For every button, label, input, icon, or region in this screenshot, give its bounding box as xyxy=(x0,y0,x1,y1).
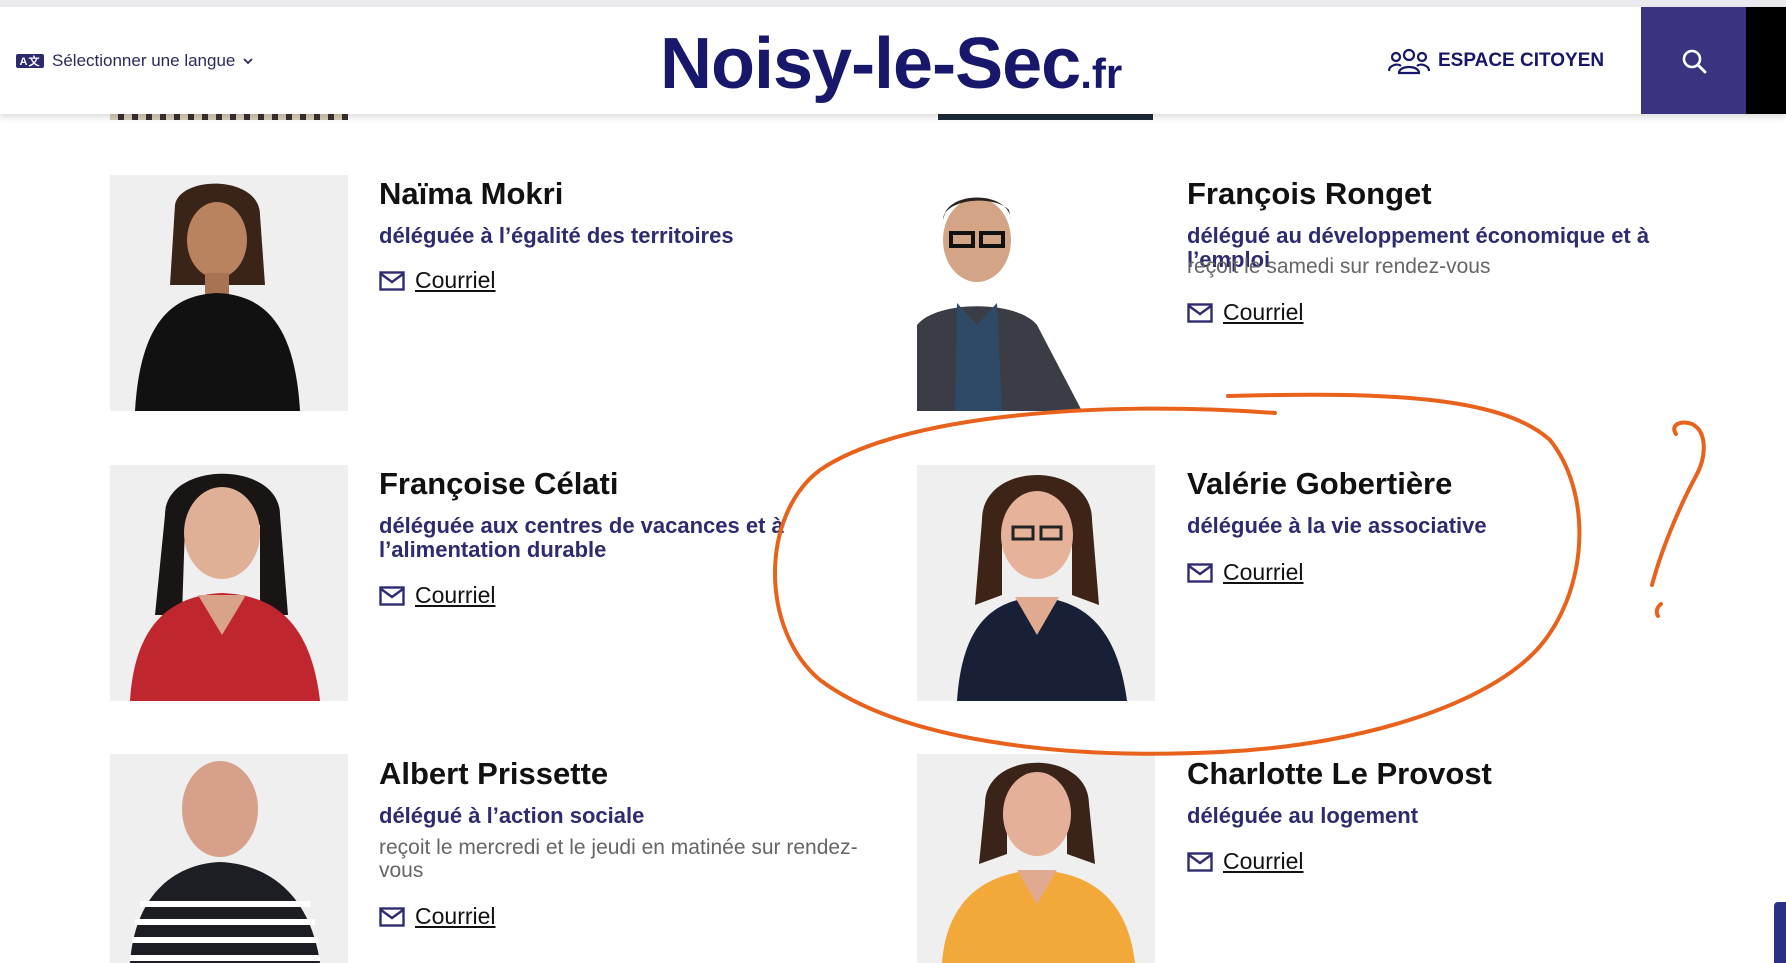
mail-icon xyxy=(1187,851,1213,872)
search-button[interactable] xyxy=(1641,7,1746,114)
side-tab-edge[interactable] xyxy=(1774,902,1786,963)
logo-main-text: Noisy-le-Sec xyxy=(660,24,1081,104)
email-link[interactable]: Courriel xyxy=(1187,299,1304,326)
espace-citoyen-link[interactable]: ESPACE CITOYEN xyxy=(1388,46,1604,76)
email-link[interactable]: Courriel xyxy=(379,903,496,930)
language-selector[interactable]: A文 Sélectionner une langue xyxy=(16,51,254,71)
email-link-label: Courriel xyxy=(415,903,496,929)
person-name: Albert Prissette xyxy=(379,756,609,791)
mail-icon xyxy=(379,270,405,291)
person-name: François Ronget xyxy=(1187,176,1432,211)
search-icon xyxy=(1682,49,1706,73)
person-note: reçoit le samedi sur rendez-vous xyxy=(1187,255,1491,278)
email-link[interactable]: Courriel xyxy=(379,267,496,294)
person-name: Charlotte Le Provost xyxy=(1187,756,1492,791)
person-name: Valérie Gobertière xyxy=(1187,466,1453,501)
mail-icon xyxy=(1187,562,1213,583)
language-selector-label: Sélectionner une langue xyxy=(52,51,236,70)
site-header: A文 Sélectionner une langue Noisy-le-Sec.… xyxy=(0,7,1786,114)
portrait-photo xyxy=(110,175,348,411)
person-note: reçoit le mercredi et le jeudi en matiné… xyxy=(379,836,858,882)
mail-icon xyxy=(379,585,405,606)
site-logo[interactable]: Noisy-le-Sec.fr xyxy=(660,19,1122,119)
window-edge xyxy=(1746,7,1786,114)
email-link-label: Courriel xyxy=(415,267,496,293)
portrait-photo xyxy=(917,175,1155,411)
portrait-photo xyxy=(917,754,1155,963)
email-link[interactable]: Courriel xyxy=(1187,559,1304,586)
email-link[interactable]: Courriel xyxy=(379,582,496,609)
email-link-label: Courriel xyxy=(415,582,496,608)
person-role: déléguée au logement xyxy=(1187,803,1419,828)
annotation-circle xyxy=(773,392,1582,756)
espace-citoyen-label: ESPACE CITOYEN xyxy=(1438,50,1605,71)
email-link-label: Courriel xyxy=(1223,559,1304,585)
mail-icon xyxy=(1187,302,1213,323)
email-link-label: Courriel xyxy=(1223,848,1304,874)
browser-top-strip xyxy=(0,0,1786,7)
mail-icon xyxy=(379,906,405,927)
logo-tld-text: .fr xyxy=(1080,50,1123,97)
person-name: Françoise Célati xyxy=(379,466,619,501)
annotation-question-dot xyxy=(1654,602,1663,618)
chevron-down-icon xyxy=(243,58,254,65)
person-role: déléguée aux centres de vacances et à l’… xyxy=(379,513,784,562)
annotation-question-mark xyxy=(1650,420,1706,587)
email-link-label: Courriel xyxy=(1223,299,1304,325)
portrait-photo xyxy=(917,465,1155,701)
person-role: déléguée à la vie associative xyxy=(1187,513,1487,538)
portrait-photo xyxy=(110,465,348,701)
person-name: Naïma Mokri xyxy=(379,176,564,211)
person-role: délégué à l’action sociale xyxy=(379,803,645,828)
email-link[interactable]: Courriel xyxy=(1187,848,1304,875)
people-group-icon xyxy=(1388,48,1430,75)
portrait-photo xyxy=(110,754,348,963)
translate-icon: A文 xyxy=(16,54,44,68)
person-role: déléguée à l’égalité des territoires xyxy=(379,223,734,248)
